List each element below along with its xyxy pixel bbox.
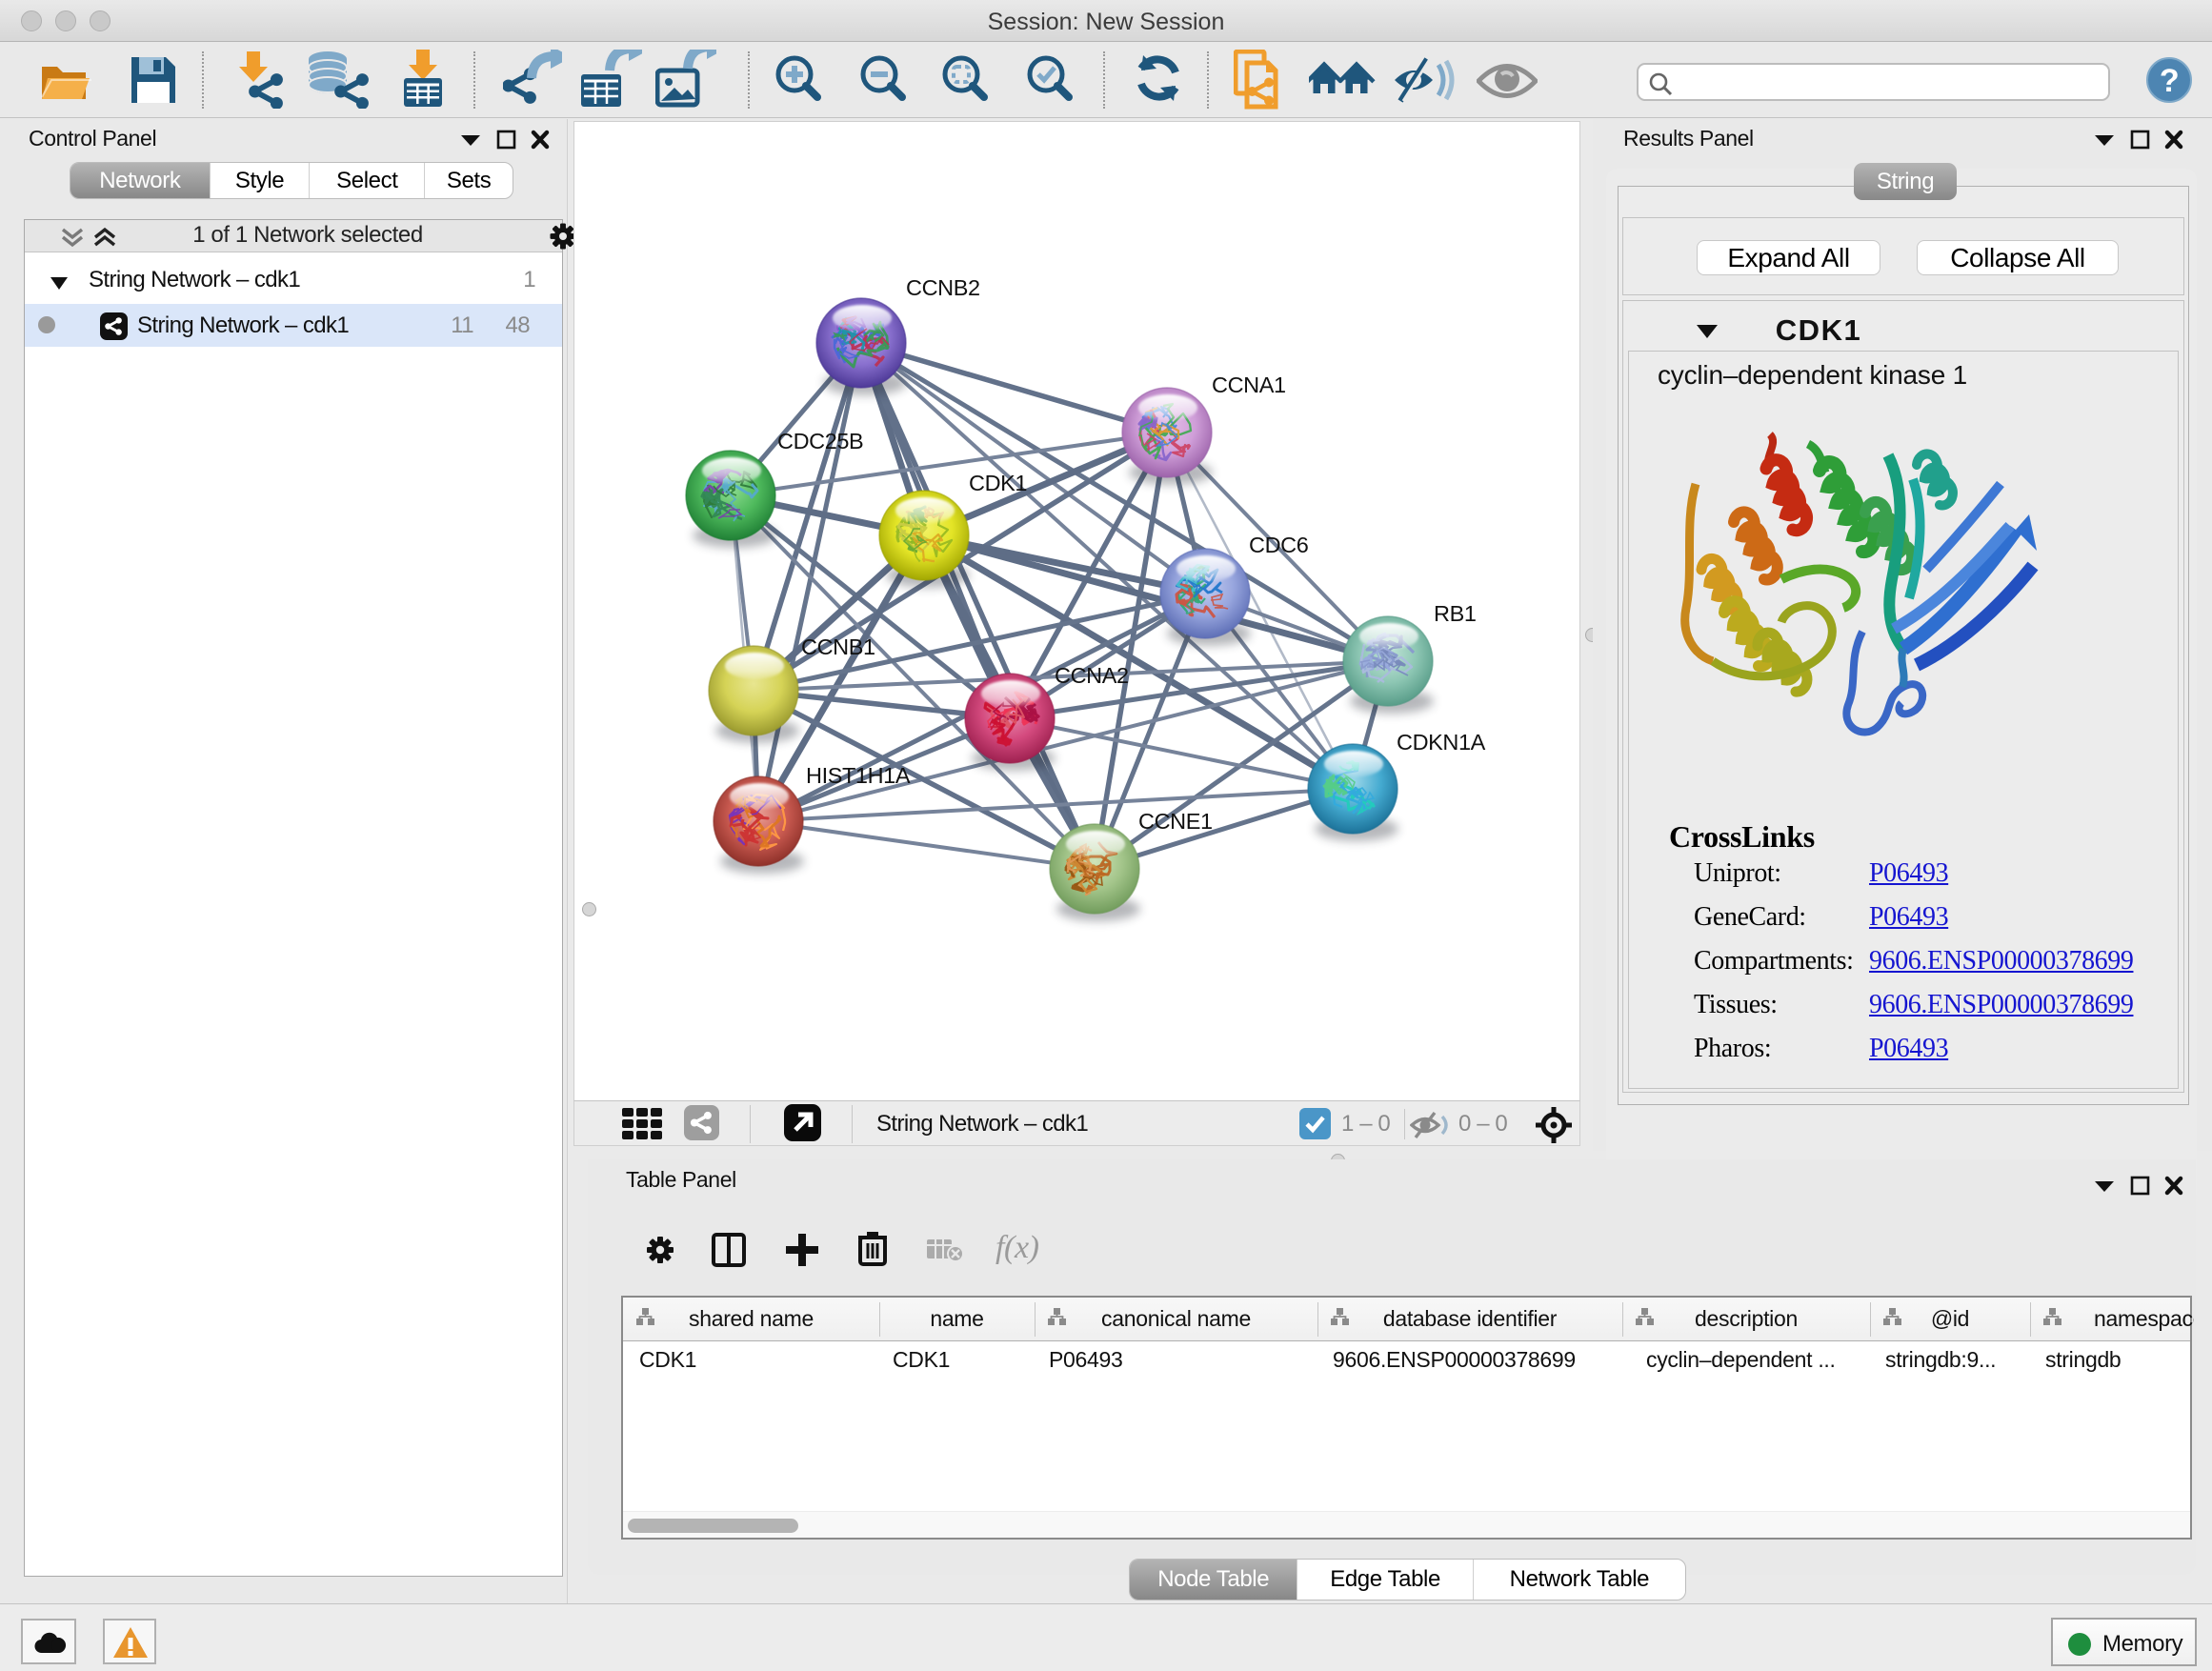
svg-text:CDK1: CDK1 [969, 471, 1027, 495]
svg-text:?: ? [2160, 63, 2179, 99]
svg-text:CDC25B: CDC25B [777, 429, 863, 453]
svg-text:HIST1H1A: HIST1H1A [806, 763, 911, 788]
svg-text:CDC6: CDC6 [1249, 533, 1309, 557]
svg-text:CCNB2: CCNB2 [906, 275, 980, 300]
svg-text:CCNB1: CCNB1 [801, 634, 875, 659]
svg-text:CCNA1: CCNA1 [1212, 372, 1286, 397]
svg-text:CCNE1: CCNE1 [1138, 809, 1213, 834]
svg-text:CCNA2: CCNA2 [1055, 663, 1129, 688]
svg-text:CDKN1A: CDKN1A [1397, 730, 1486, 755]
svg-text:RB1: RB1 [1434, 601, 1477, 626]
